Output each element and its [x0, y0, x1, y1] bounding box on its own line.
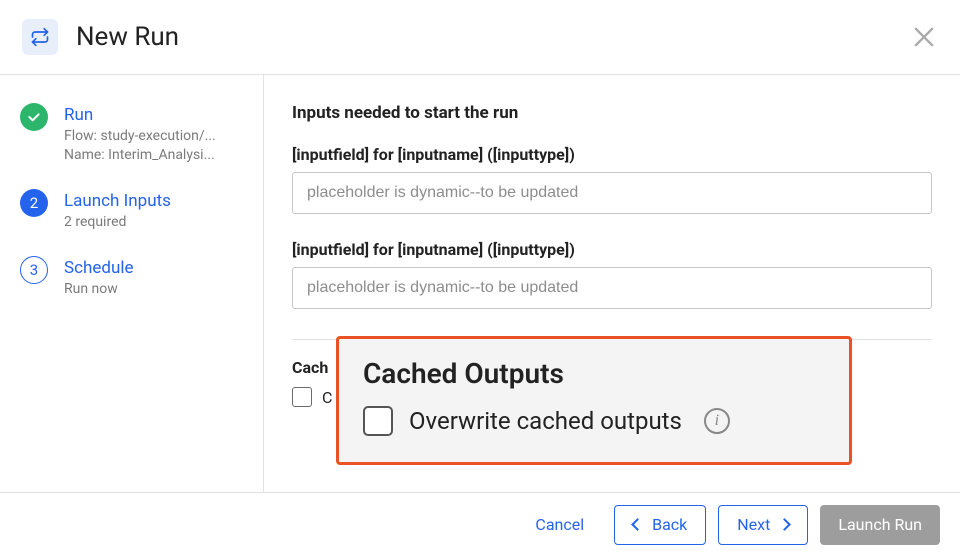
wizard-sidebar: Run Flow: study-execution/... Name: Inte… — [0, 75, 264, 492]
button-label: Back — [652, 515, 687, 534]
step-number-icon: 2 — [20, 189, 48, 217]
overwrite-cached-checkbox[interactable] — [292, 387, 312, 407]
repeat-icon — [22, 19, 58, 55]
callout-overwrite-label: Overwrite cached outputs — [409, 407, 682, 435]
launch-run-button[interactable]: Launch Run — [820, 505, 940, 545]
button-label: Next — [737, 515, 770, 534]
callout-title: Cached Outputs — [363, 357, 825, 390]
callout-overwrite-checkbox[interactable] — [363, 406, 393, 436]
input-label-2: [inputfield] for [inputname] ([inputtype… — [292, 240, 932, 259]
close-button[interactable] — [910, 23, 938, 51]
cancel-button[interactable]: Cancel — [517, 505, 602, 545]
button-label: Launch Run — [838, 515, 922, 534]
step-schedule[interactable]: 3 Schedule Run now — [20, 256, 245, 299]
info-icon[interactable]: i — [704, 408, 730, 434]
chevron-left-icon — [631, 518, 644, 531]
input-field-1[interactable] — [292, 172, 932, 214]
chevron-right-icon — [778, 518, 791, 531]
step-subtitle: Run now — [64, 280, 133, 299]
button-label: Cancel — [535, 515, 584, 534]
section-heading: Inputs needed to start the run — [292, 103, 932, 123]
dialog-footer: Cancel Back Next Launch Run — [0, 492, 960, 556]
cached-outputs-callout: Cached Outputs Overwrite cached outputs … — [336, 336, 852, 465]
next-button[interactable]: Next — [718, 505, 808, 545]
input-field-2[interactable] — [292, 267, 932, 309]
overwrite-cached-label: C — [322, 388, 332, 407]
step-number-icon: 3 — [20, 256, 48, 284]
check-icon — [20, 103, 48, 131]
input-label-1: [inputfield] for [inputname] ([inputtype… — [292, 145, 932, 164]
step-run[interactable]: Run Flow: study-execution/... Name: Inte… — [20, 103, 245, 165]
dialog-header: New Run — [0, 0, 960, 75]
step-title: Launch Inputs — [64, 191, 171, 211]
back-button[interactable]: Back — [614, 505, 706, 545]
step-subtitle: Name: Interim_Analysi... — [64, 146, 216, 165]
step-subtitle: Flow: study-execution/... — [64, 127, 216, 146]
dialog-title: New Run — [76, 22, 910, 52]
step-title: Run — [64, 105, 216, 125]
step-launch-inputs[interactable]: 2 Launch Inputs 2 required — [20, 189, 245, 232]
step-subtitle: 2 required — [64, 213, 171, 232]
step-title: Schedule — [64, 258, 133, 278]
